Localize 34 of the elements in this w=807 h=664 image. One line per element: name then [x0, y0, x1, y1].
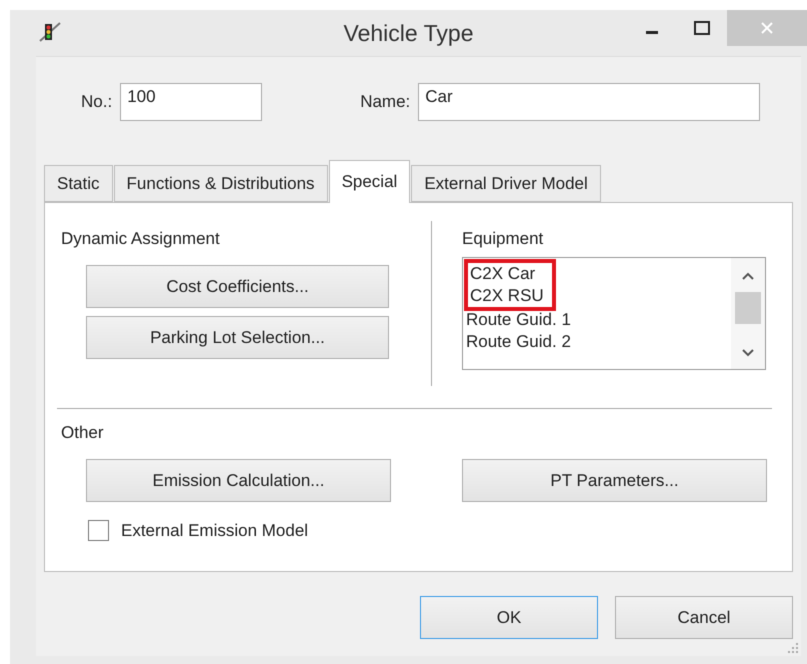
scroll-up-icon[interactable] [741, 271, 755, 281]
dialog-button[interactable]: Cost Coefficients... [86, 265, 389, 308]
close-icon [760, 21, 774, 35]
dialog-button[interactable]: Emission Calculation... [86, 459, 391, 502]
list-item[interactable]: Route Guid. 1 [466, 309, 731, 331]
checkbox-label: External Emission Model [121, 520, 308, 540]
window-title: Vehicle Type [344, 20, 474, 47]
number-field[interactable]: 100 [120, 83, 262, 121]
group-title: Equipment [462, 229, 544, 249]
tab[interactable]: Functions & Distributions [114, 165, 328, 202]
dialog-button[interactable]: Parking Lot Selection... [86, 316, 389, 359]
dialog-button[interactable]: Cancel [615, 596, 793, 639]
minimize-icon [646, 30, 658, 34]
maximize-icon [694, 21, 710, 35]
tab[interactable]: Static [44, 165, 113, 202]
resize-grip-icon[interactable] [787, 642, 799, 654]
list-item[interactable]: C2X RSU [470, 285, 544, 307]
list-item[interactable]: Route Guid. 2 [466, 331, 731, 353]
field-label: Name: [360, 92, 410, 112]
list-item[interactable]: C2X Car [470, 263, 544, 285]
dialog-button[interactable]: PT Parameters... [462, 459, 767, 502]
group-title: Dynamic Assignment [61, 229, 221, 249]
group-title: Other [61, 423, 105, 443]
checkbox[interactable] [88, 520, 109, 541]
tab[interactable]: External Driver Model [411, 165, 601, 202]
scroll-down-icon[interactable] [741, 348, 755, 358]
scrollbar[interactable] [731, 258, 765, 369]
name-field[interactable]: Car [418, 83, 760, 121]
scroll-thumb[interactable] [735, 292, 761, 324]
equipment-list[interactable]: C2X Car C2X RSU Route Guid. 1 Route Guid. 2 [462, 257, 766, 370]
field-label: No.: [81, 92, 112, 112]
dialog-button[interactable]: OK [420, 596, 598, 639]
traffic-light-icon [38, 21, 62, 43]
tab[interactable]: Special [328, 160, 410, 203]
